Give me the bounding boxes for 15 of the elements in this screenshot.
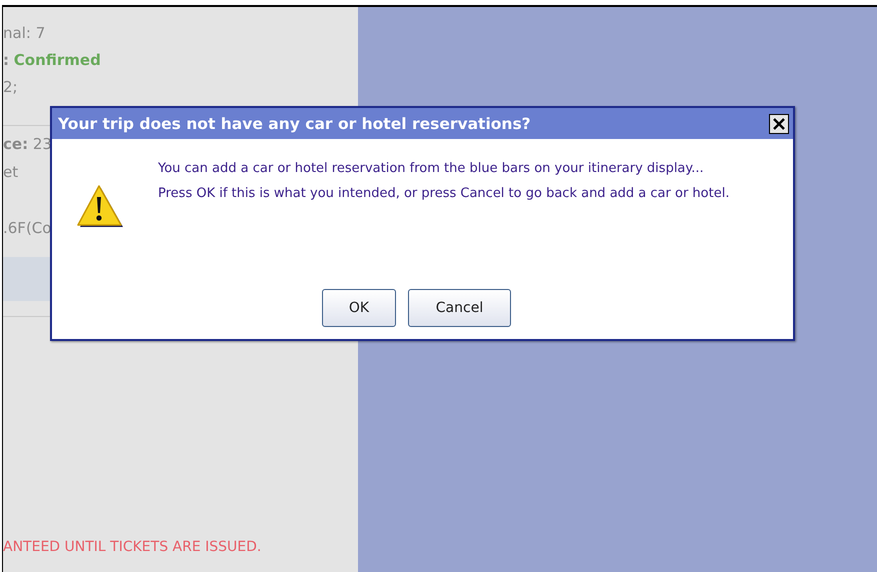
detail-text: 2; [3, 78, 18, 96]
close-icon [772, 116, 786, 130]
detail-text: nal: 7 [3, 24, 46, 42]
status-label: : [3, 51, 9, 69]
status-value: Confirmed [14, 51, 101, 69]
dialog-message: You can add a car or hotel reservation from the blue bars on your itinerary display... [158, 160, 705, 178]
cancel-button[interactable]: Cancel [408, 289, 511, 327]
detail-text: .6F(Co [3, 219, 52, 237]
ticket-notice: ANTEED UNTIL TICKETS ARE ISSUED. [3, 539, 262, 555]
close-button[interactable] [769, 114, 789, 134]
dialog-title: Your trip does not have any car or hotel reservations? [58, 114, 531, 132]
detail-text: ce: 23 [3, 135, 52, 153]
dialog-message: Press OK if this is what you intended, or press Cancel to go back and add a car or hotel. [158, 185, 730, 203]
detail-text: et [3, 163, 18, 181]
ok-button[interactable]: OK [322, 289, 396, 327]
